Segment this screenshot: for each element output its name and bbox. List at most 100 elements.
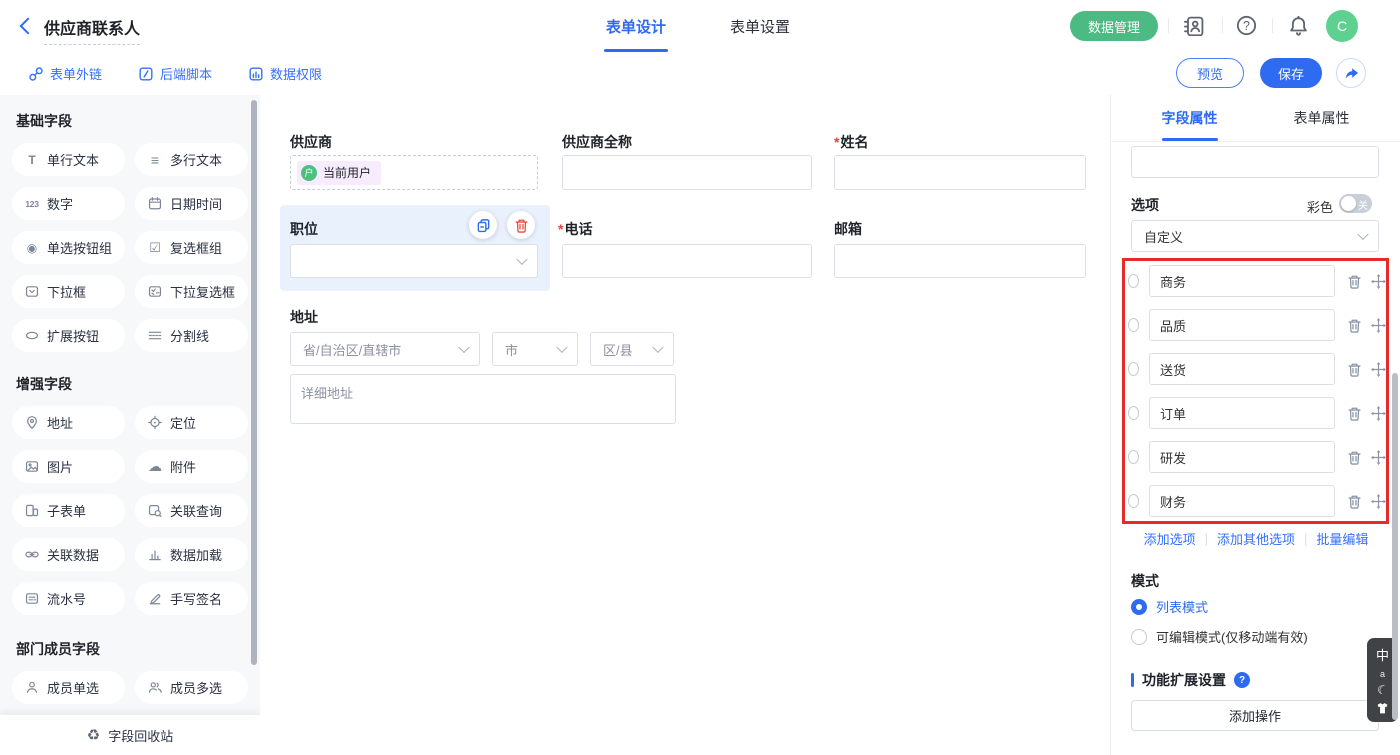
field-radio-group[interactable]: 单选按钮组 (12, 231, 125, 264)
options-label: 选项 (1131, 195, 1159, 215)
option-text-input[interactable] (1149, 441, 1335, 473)
field-serial-number[interactable]: 流水号 (12, 582, 125, 615)
color-toggle[interactable]: 关 (1339, 194, 1372, 213)
delete-option-icon[interactable] (1347, 494, 1362, 509)
form-external-link[interactable]: 表单外链 (28, 64, 102, 83)
divider: | (1304, 531, 1307, 546)
data-permission-link[interactable]: 数据权限 (248, 64, 322, 83)
field-description-input[interactable] (1131, 146, 1379, 178)
share-button[interactable] (1336, 58, 1366, 88)
translate-zh-icon[interactable]: 中 (1376, 645, 1389, 664)
delete-option-icon[interactable] (1347, 450, 1362, 465)
tab-form-properties[interactable]: 表单属性 (1294, 95, 1350, 141)
contacts-icon[interactable] (1183, 15, 1204, 36)
option-radio[interactable] (1128, 450, 1139, 464)
field-single-line-text[interactable]: 单行文本 (12, 143, 125, 176)
option-text-input[interactable] (1149, 265, 1335, 297)
field-multi-select[interactable]: 下拉复选框 (135, 275, 248, 308)
field-linked-data[interactable]: 关联数据 (12, 538, 125, 571)
field-select[interactable]: 下拉框 (12, 275, 125, 308)
delete-option-icon[interactable] (1347, 362, 1362, 377)
field-number[interactable]: 数字 (12, 187, 125, 220)
bell-icon[interactable] (1288, 15, 1309, 36)
option-radio[interactable] (1128, 318, 1139, 332)
option-radio[interactable] (1128, 362, 1139, 376)
field-checkbox-group[interactable]: 复选框组 (135, 231, 248, 264)
move-option-icon[interactable] (1371, 406, 1386, 421)
mode-list-option[interactable]: 列表模式 (1131, 597, 1208, 616)
name-input[interactable] (834, 155, 1086, 190)
save-button[interactable]: 保存 (1260, 58, 1322, 88)
option-radio[interactable] (1128, 274, 1139, 288)
preview-button[interactable]: 预览 (1176, 58, 1244, 88)
add-action-button[interactable]: 添加操作 (1131, 700, 1379, 731)
supplier-full-input[interactable] (562, 155, 812, 190)
dark-mode-moon-icon[interactable]: ☾ (1375, 682, 1390, 699)
form-title[interactable]: 供应商联系人 (44, 15, 140, 45)
phone-input[interactable] (562, 244, 812, 278)
tab-form-design[interactable]: 表单设计 (606, 0, 666, 52)
page-scrollbar[interactable] (1392, 373, 1398, 720)
copy-field-button[interactable] (469, 211, 497, 239)
field-linked-query[interactable]: 关联查询 (135, 494, 248, 527)
district-select[interactable]: 区/县 (590, 332, 674, 366)
delete-option-icon[interactable] (1347, 406, 1362, 421)
help-icon[interactable] (1236, 15, 1257, 36)
textarea-placeholder: 详细地址 (301, 386, 353, 401)
option-text-input[interactable] (1149, 397, 1335, 429)
field-signature[interactable]: 手写签名 (135, 582, 248, 615)
mode-editable-option[interactable]: 可编辑模式(仅移动端有效) (1131, 627, 1308, 646)
translate-en-icon[interactable]: a (1380, 669, 1385, 679)
option-radio[interactable] (1128, 494, 1139, 508)
sidebar-scrollbar[interactable] (251, 100, 257, 665)
add-other-option-link[interactable]: 添加其他选项 (1217, 529, 1295, 548)
theme-shirt-icon[interactable] (1376, 702, 1389, 715)
field-member-single[interactable]: 成员单选 (12, 671, 125, 704)
data-manage-button[interactable]: 数据管理 (1070, 11, 1158, 41)
option-text-input[interactable] (1149, 309, 1335, 341)
help-badge-icon[interactable]: ? (1234, 672, 1250, 688)
move-option-icon[interactable] (1371, 274, 1386, 289)
delete-option-icon[interactable] (1347, 318, 1362, 333)
option-source-select[interactable]: 自定义 (1131, 220, 1379, 252)
delete-option-icon[interactable] (1347, 274, 1362, 289)
current-user-tag[interactable]: 户 当前用户 (297, 161, 381, 185)
move-option-icon[interactable] (1371, 318, 1386, 333)
field-subform[interactable]: 子表单 (12, 494, 125, 527)
field-data-load[interactable]: 数据加载 (135, 538, 248, 571)
move-option-icon[interactable] (1371, 450, 1386, 465)
province-select[interactable]: 省/自治区/直辖市 (290, 332, 480, 366)
option-text-input[interactable] (1149, 485, 1335, 517)
field-attachment[interactable]: 附件 (135, 450, 248, 483)
move-option-icon[interactable] (1371, 362, 1386, 377)
avatar[interactable]: C (1326, 10, 1358, 42)
supplier-field[interactable]: 户 当前用户 (290, 155, 538, 190)
field-member-multi[interactable]: 成员多选 (135, 671, 248, 704)
back-icon[interactable] (20, 18, 37, 35)
field-datetime[interactable]: 日期时间 (135, 187, 248, 220)
select-icon (24, 284, 40, 299)
field-extend-button[interactable]: 扩展按钮 (12, 319, 125, 352)
delete-field-button[interactable] (507, 211, 535, 239)
supplier-label: 供应商 (290, 132, 332, 152)
batch-edit-link[interactable]: 批量编辑 (1316, 529, 1368, 548)
field-image[interactable]: 图片 (12, 450, 125, 483)
backend-script-link[interactable]: 后端脚本 (138, 64, 212, 83)
option-row (1128, 397, 1386, 429)
option-text-input[interactable] (1149, 353, 1335, 385)
tab-form-settings[interactable]: 表单设置 (730, 0, 790, 52)
city-select[interactable]: 市 (492, 332, 578, 366)
add-option-link[interactable]: 添加选项 (1144, 529, 1196, 548)
option-row (1128, 353, 1386, 385)
field-location[interactable]: 定位 (135, 406, 248, 439)
tab-field-properties[interactable]: 字段属性 (1162, 95, 1218, 141)
address-detail-textarea[interactable]: 详细地址 (290, 374, 676, 424)
email-input[interactable] (834, 244, 1086, 278)
field-multi-line-text[interactable]: 多行文本 (135, 143, 248, 176)
field-recycle-bin[interactable]: ♻ 字段回收站 (0, 715, 260, 755)
move-option-icon[interactable] (1371, 494, 1386, 509)
field-address[interactable]: 地址 (12, 406, 125, 439)
option-radio[interactable] (1128, 406, 1139, 420)
field-divider[interactable]: 分割线 (135, 319, 248, 352)
position-select[interactable] (290, 244, 538, 278)
